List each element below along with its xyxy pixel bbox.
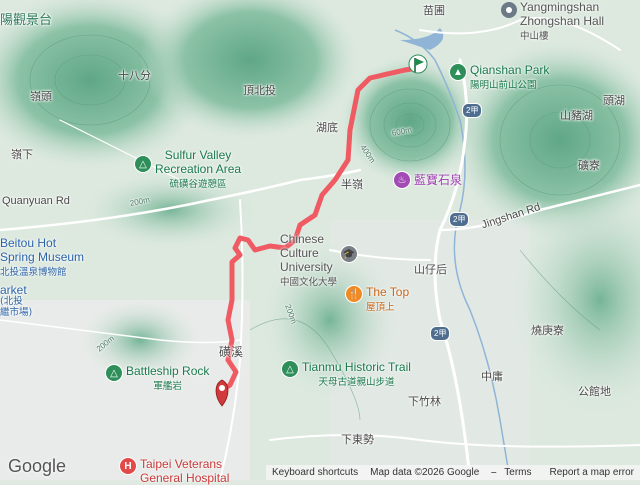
poi-name-zh: 中國文化大學 [280,277,338,288]
start-flag-icon[interactable] [408,54,428,74]
poi-label: (北投 [0,296,23,307]
poi-name: Chinese [280,232,325,246]
school-icon: 🎓 [341,246,358,262]
terms-link[interactable]: ⎯ Terms [485,467,543,478]
poi-name-zh: 北投溫泉博物館 [0,267,67,278]
place-label: 礦寮 [578,159,600,172]
poi-name: Beitou Hot [0,236,57,250]
place-label: 中庸 [481,370,503,383]
poi-name: Spring Museum [0,250,85,264]
route-shield: 2甲 [462,103,483,118]
hiking-icon: △ [282,361,298,377]
map-footer: Keyboard shortcuts Map data ©2026 Google… [265,465,640,480]
poi-lanbao[interactable]: ♨ 藍寶石泉 [394,171,462,188]
park-icon: ▲ [450,64,466,80]
place-label: 頭湖 [603,94,625,107]
poi-name: Recreation Area [155,162,242,176]
poi-zhongshan-hall[interactable]: Yangmingshan Zhongshan Hall 中山樓 [520,0,604,42]
poi-beitou-museum[interactable]: Beitou Hot Spring Museum 北投溫泉博物館 [0,236,84,278]
poi-veterans-hospital[interactable]: H Taipei Veterans General Hospital [120,457,229,485]
place-label: 湖底 [316,121,338,134]
place-label: 公館地 [578,385,611,398]
report-error-link[interactable]: Report a map error [544,467,640,478]
poi-name: Yangmingshan [520,0,600,14]
hospital-icon: H [120,458,136,474]
place-label: 半嶺 [341,178,363,191]
poi-name-zh: 硫磺谷遊憩區 [169,179,227,190]
hot-spring-icon: ♨ [394,172,410,188]
poi-name: Tianmu Historic Trail [302,360,411,374]
restaurant-icon: 🍴 [346,286,362,302]
poi-qianshan-park[interactable]: ▲ Qianshan Park 陽明山前山公園 [450,63,549,91]
poi-the-top[interactable]: 🍴 The Top 屋頂上 [346,285,409,313]
place-label: 燒庚寮 [531,324,564,337]
map-data-attribution: Map data ©2026 Google [370,467,480,478]
place-label: 下竹林 [408,395,441,408]
place-label: 陽觀景台 [0,13,53,28]
place-label: 山仔后 [414,263,447,276]
place-label: 下東勢 [341,433,374,446]
poi-name-zh: 藍寶石泉 [414,173,463,187]
poi-name: The Top [366,285,410,299]
poi-name: University [280,260,333,274]
keyboard-shortcuts-link[interactable]: Keyboard shortcuts [266,467,364,478]
poi-name: General Hospital [140,471,230,485]
poi-name: Qianshan Park [470,63,550,77]
terms-label: Terms [504,467,532,478]
poi-tianmu-trail[interactable]: △ Tianmu Historic Trail 天母古道親山步道 [282,360,411,388]
poi-name: Taipei Veterans [140,457,223,471]
poi-name-zh: 軍艦岩 [153,381,182,392]
hiking-icon: △ [106,365,122,381]
place-label: 頂北投 [243,84,276,97]
poi-sulfur-valley[interactable]: △ Sulfur Valley Recreation Area 硫磺谷遊憩區 [135,148,241,190]
route-shield: 2甲 [430,326,451,341]
poi-battleship-rock[interactable]: △ Battleship Rock 軍艦岩 [106,364,209,392]
poi-label: 繼市場) [0,307,33,318]
road-label: Quanyuan Rd [2,195,70,207]
poi-name: Sulfur Valley [164,148,232,162]
place-label: 十八分 [118,69,151,82]
poi-name-zh: 天母古道親山步道 [318,377,395,388]
poi-name-zh: 屋頂上 [366,302,395,313]
poi-pccu[interactable]: Chinese Culture University 中國文化大學 🎓 [280,232,358,288]
place-label: 山豬湖 [560,109,593,122]
place-label: 嶺頭 [30,90,52,103]
hiking-icon: △ [135,156,151,172]
place-label: 苗圃 [423,4,445,17]
poi-name-zh: 陽明山前山公園 [470,80,537,91]
poi-name: Culture [280,246,319,260]
poi-name: Zhongshan Hall [520,14,605,28]
poi-name-zh: 中山樓 [520,31,549,42]
route-shield: 2甲 [449,212,470,227]
zhongshan-hall-marker[interactable] [501,2,517,18]
poi-name: Battleship Rock [126,364,210,378]
place-label: 磺溪 [219,345,244,359]
google-logo: Google [8,456,67,476]
place-label: 嶺下 [11,148,33,161]
